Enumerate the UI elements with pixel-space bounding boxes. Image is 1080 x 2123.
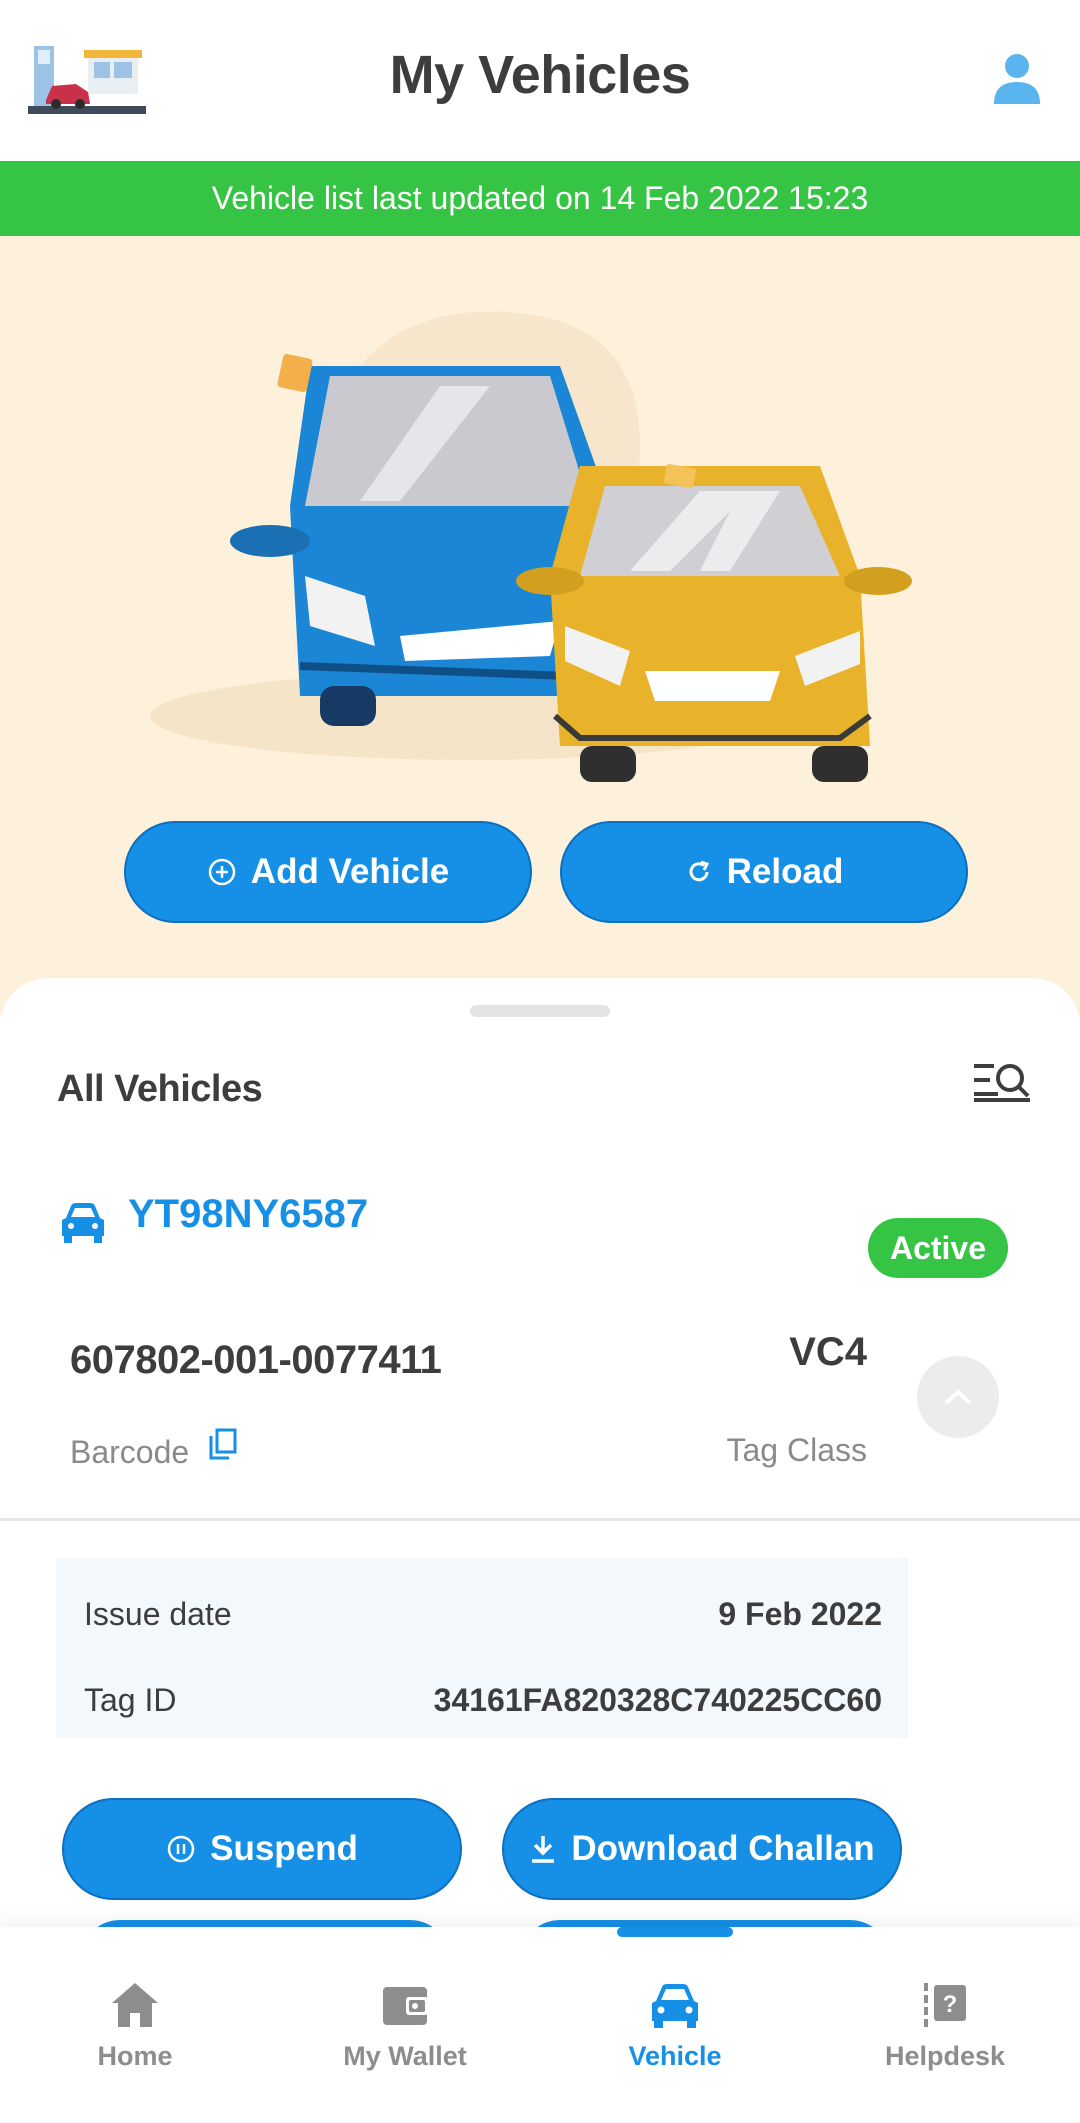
refresh-icon bbox=[689, 860, 709, 882]
home-icon bbox=[112, 1983, 158, 2027]
issue-date-label: Issue date bbox=[84, 1596, 232, 1632]
nav-my-wallet-label: My Wallet bbox=[343, 2041, 467, 2071]
barcode-value: 607802-001-0077411 bbox=[70, 1338, 442, 1382]
helpdesk-icon: ? bbox=[924, 1983, 966, 2027]
wallet-icon bbox=[383, 1987, 428, 2025]
barcode-label: Barcode bbox=[70, 1434, 190, 1470]
add-vehicle-button[interactable]: Add Vehicle bbox=[124, 821, 532, 923]
download-challan-button[interactable]: Download Challan bbox=[502, 1798, 902, 1900]
download-icon bbox=[532, 1836, 555, 1863]
tag-id-value: 34161FA820328C740225CC60 bbox=[433, 1682, 882, 1718]
car-icon bbox=[652, 1984, 698, 2028]
nav-home[interactable]: Home bbox=[35, 1979, 235, 2072]
hero-section: Add Vehicle Reload bbox=[0, 236, 1080, 1016]
active-tab-indicator bbox=[617, 1927, 733, 1937]
copy-icon[interactable] bbox=[208, 1428, 238, 1462]
app-header: My Vehicles bbox=[0, 0, 1080, 160]
scroll-to-top-button[interactable] bbox=[917, 1356, 999, 1438]
issue-date-value: 9 Feb 2022 bbox=[718, 1596, 882, 1632]
reload-label: Reload bbox=[726, 852, 844, 891]
nav-vehicle-label: Vehicle bbox=[628, 2041, 722, 2071]
nav-helpdesk-label: Helpdesk bbox=[884, 2041, 1006, 2071]
nav-vehicle[interactable]: Vehicle bbox=[575, 1979, 775, 2072]
car-icon bbox=[62, 1203, 104, 1243]
cars-illustration bbox=[150, 311, 912, 782]
tag-class-label: Tag Class bbox=[726, 1432, 868, 1468]
profile-icon[interactable] bbox=[992, 52, 1042, 104]
suspend-label: Suspend bbox=[210, 1829, 358, 1868]
tag-class-value: VC4 bbox=[789, 1330, 867, 1374]
nav-helpdesk[interactable]: ? Helpdesk bbox=[845, 1979, 1045, 2072]
download-challan-label: Download Challan bbox=[571, 1829, 875, 1868]
bottom-navigation: Home My Wallet Vehicle ? Helpdesk bbox=[0, 1927, 1080, 2123]
svg-text:?: ? bbox=[943, 1991, 958, 2018]
reload-button[interactable]: Reload bbox=[560, 821, 968, 923]
filter-search-icon[interactable] bbox=[972, 1060, 1030, 1106]
divider bbox=[0, 1518, 1080, 1521]
vehicle-details: Issue date 9 Feb 2022 Tag ID 34161FA8203… bbox=[56, 1558, 908, 1738]
nav-home-label: Home bbox=[97, 2041, 173, 2071]
vehicle-number[interactable]: YT98NY6587 bbox=[128, 1192, 368, 1237]
all-vehicles-title: All Vehicles bbox=[57, 1068, 263, 1110]
chevron-up-icon bbox=[944, 1389, 972, 1405]
sheet-drag-handle[interactable] bbox=[470, 1005, 610, 1017]
pause-circle-icon bbox=[167, 1835, 195, 1863]
suspend-button[interactable]: Suspend bbox=[62, 1798, 462, 1900]
status-badge: Active bbox=[868, 1218, 1008, 1278]
plus-circle-icon bbox=[208, 858, 236, 886]
add-vehicle-label: Add Vehicle bbox=[250, 852, 450, 891]
last-updated-banner: Vehicle list last updated on 14 Feb 2022… bbox=[0, 161, 1080, 236]
tag-id-label: Tag ID bbox=[84, 1682, 177, 1718]
page-title: My Vehicles bbox=[389, 45, 691, 105]
nav-my-wallet[interactable]: My Wallet bbox=[305, 1979, 505, 2072]
